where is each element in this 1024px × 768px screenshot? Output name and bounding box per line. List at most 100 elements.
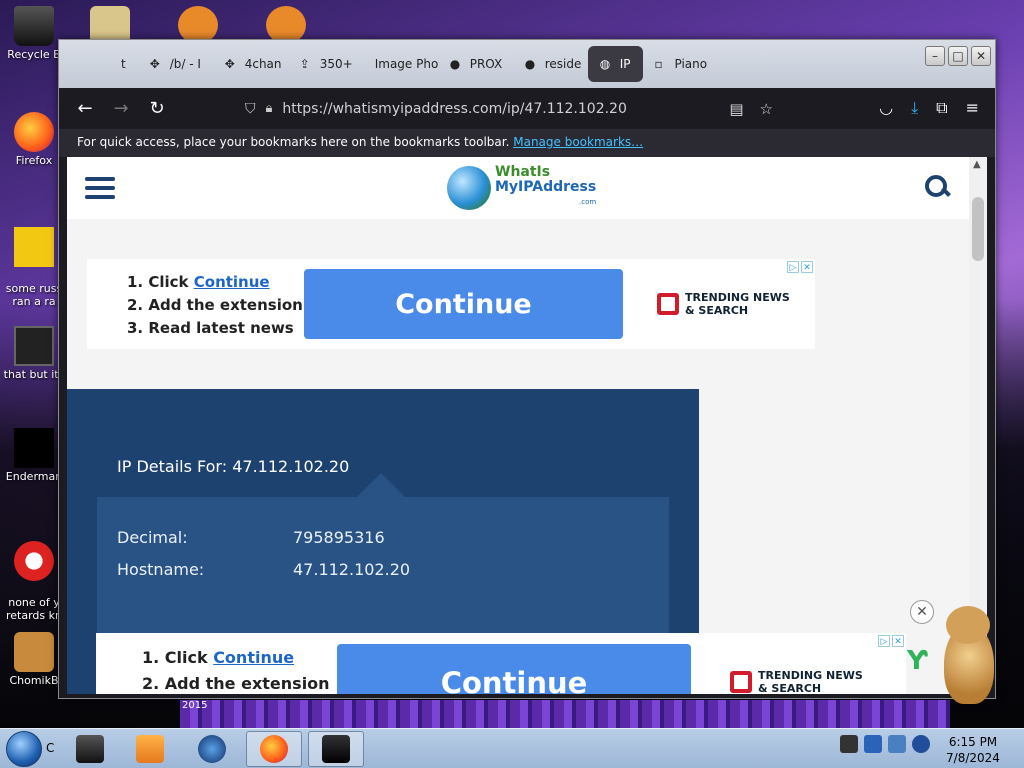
page-viewport: WhatIs MyIPAddress .com 1. Click Continu… — [67, 157, 969, 694]
ad-brand-line-1: TRENDING NEWS — [685, 291, 790, 304]
ad-close-icon[interactable]: ✕ — [892, 635, 904, 647]
ad-banner-bottom[interactable]: 1. Click Continue 2. Add the extension 3… — [96, 633, 906, 694]
hamburger-menu-icon[interactable] — [85, 177, 115, 204]
adchoices-icon[interactable]: ▷ — [787, 261, 799, 273]
minimize-button[interactable]: – — [925, 46, 945, 66]
firefox-icon — [14, 112, 54, 152]
bookmarks-hint: For quick access, place your bookmarks h… — [77, 135, 510, 149]
reload-button[interactable]: ↻ — [139, 98, 175, 119]
ad-close-icon[interactable]: ✕ — [801, 261, 813, 273]
taskbar-app-5[interactable] — [308, 731, 364, 767]
tab-6[interactable]: ● PROX — [438, 46, 513, 82]
ip-row-label: Decimal: — [117, 528, 188, 547]
tab-4[interactable]: ⇪ 350+ — [288, 46, 363, 82]
adchoices-icon[interactable]: ▷ — [878, 635, 890, 647]
desktop-icon-firefox[interactable]: Firefox — [2, 112, 66, 167]
maximize-button[interactable]: □ — [948, 46, 968, 66]
site-logo[interactable]: WhatIs MyIPAddress .com — [447, 165, 596, 210]
search-icon[interactable] — [925, 175, 949, 199]
taskbar-app-1[interactable] — [62, 731, 118, 767]
ad-continue-link[interactable]: Continue — [194, 273, 270, 291]
ad-banner-top[interactable]: 1. Click Continue 2. Add the extension 3… — [87, 259, 815, 349]
tab-5[interactable]: Image Pho — [363, 46, 438, 82]
clock-time: 6:15 PM — [948, 735, 998, 749]
back-button[interactable]: ← — [67, 98, 103, 119]
ip-row-value: 795895316 — [293, 528, 385, 547]
lock-icon[interactable]: 🔒︎ — [266, 101, 273, 116]
desktop-icon-video[interactable]: some russ ran a ra — [2, 214, 66, 321]
tray-arrow-icon[interactable] — [840, 735, 858, 753]
trending-news-logo-icon — [657, 293, 679, 315]
close-button[interactable]: ✕ — [971, 46, 991, 66]
tab-label: reside — [544, 57, 582, 71]
ad-steps: 1. Click Continue 2. Add the extension 3… — [142, 645, 330, 694]
ad-continue-link[interactable]: Continue — [213, 648, 294, 667]
url-bar[interactable]: ⛉ 🔒︎ https://whatismyipaddress.com/ip/47… — [235, 93, 783, 124]
desktop-icon-label: some russ ran a ra — [5, 282, 63, 308]
start-button-icon[interactable] — [6, 731, 42, 767]
github-icon: ● — [449, 57, 461, 71]
volume-icon[interactable] — [912, 735, 930, 753]
desktop-icon-chomik[interactable]: ChomikB — [2, 632, 66, 687]
ad-step-1: 1. Click — [127, 273, 194, 291]
scroll-up-arrow-icon[interactable]: ▲ — [973, 159, 981, 170]
wallpaper-band: 2015 — [180, 700, 950, 728]
ad-continue-button[interactable]: Continue — [337, 644, 691, 694]
page-icon: ▫ — [654, 57, 663, 71]
ad-choices[interactable]: ▷ ✕ — [787, 261, 813, 273]
ad-choices[interactable]: ▷ ✕ — [878, 635, 904, 647]
pocket-icon[interactable]: ◡ — [879, 98, 893, 118]
ad-brand-line-2: & SEARCH — [758, 682, 822, 694]
shield-icon[interactable]: ⛉ — [245, 101, 256, 117]
extensions-icon[interactable]: ⧉ — [936, 98, 947, 118]
ip-row-hostname: Hostname: 47.112.102.20 — [117, 560, 410, 579]
download-icon[interactable]: ⤓ — [911, 98, 918, 118]
tab-active-ip[interactable]: ◍ IP — [587, 46, 643, 82]
tab-7[interactable]: ● reside — [513, 46, 588, 82]
clover-icon: ✥ — [224, 57, 235, 71]
desktop-icon-label: Recycle B — [7, 48, 61, 61]
tab-2[interactable]: ✥ /b/ - I — [138, 46, 213, 82]
tab-9[interactable]: ▫ Piano — [643, 46, 718, 82]
taskbar-app-3[interactable] — [184, 731, 240, 767]
ip-row-decimal: Decimal: 795895316 — [117, 528, 385, 547]
tab-3[interactable]: ✥ 4chan — [213, 46, 288, 82]
hamster-head — [946, 606, 990, 644]
desktop-icon-enderman[interactable]: Enderman — [2, 428, 66, 483]
desktop-icon-recycle-bin[interactable]: Recycle B — [2, 6, 66, 61]
taskbar-app-2[interactable] — [122, 731, 178, 767]
start-label: C — [46, 741, 55, 755]
window-icon — [322, 735, 350, 763]
forward-button[interactable]: → — [103, 98, 139, 119]
bookmark-star-icon[interactable]: ☆ — [760, 100, 773, 118]
menu-icon[interactable]: ≡ — [966, 98, 979, 118]
tab-1[interactable]: t — [109, 46, 138, 82]
desktop-icon-none[interactable]: none of y retards kn — [2, 528, 66, 635]
video-file-icon — [14, 227, 54, 267]
desktop-icon-shortcut[interactable]: that but its — [2, 326, 66, 381]
feedback-logo-icon[interactable]: Ƴ — [907, 646, 928, 676]
close-ad-icon[interactable]: ✕ — [910, 600, 934, 624]
desktop-icon-label: Firefox — [15, 154, 53, 167]
reader-view-icon[interactable]: ▤ — [729, 100, 743, 118]
ad-brand: TRENDING NEWS & SEARCH — [730, 669, 863, 694]
taskbar: C 6:15 PM 7/8/2024 — [0, 728, 1024, 768]
tab-label: 4chan — [244, 57, 282, 71]
globe-logo-icon — [447, 165, 491, 210]
desktop-icon-label: Enderman — [5, 470, 63, 483]
system-tray — [840, 735, 930, 753]
taskbar-clock[interactable]: 6:15 PM 7/8/2024 — [930, 734, 1016, 766]
scrollbar-thumb[interactable] — [972, 197, 984, 261]
taskbar-app-firefox[interactable] — [246, 731, 302, 767]
network-icon[interactable] — [888, 735, 906, 753]
hamster-desktop-pet[interactable] — [932, 604, 1002, 708]
tab-label: PROX — [469, 57, 503, 71]
url-text[interactable]: https://whatismyipaddress.com/ip/47.112.… — [282, 101, 626, 117]
ad-continue-button[interactable]: Continue — [304, 269, 623, 339]
globe-icon — [198, 735, 226, 763]
tray-app-icon[interactable] — [864, 735, 882, 753]
tab-label: 350+ — [319, 57, 353, 71]
manage-bookmarks-link[interactable]: Manage bookmarks… — [513, 135, 643, 149]
toolbar-tools: ◡ ⤓ ⧉ ≡ — [879, 98, 979, 118]
wallpaper-year-text: 2015 — [182, 700, 208, 711]
